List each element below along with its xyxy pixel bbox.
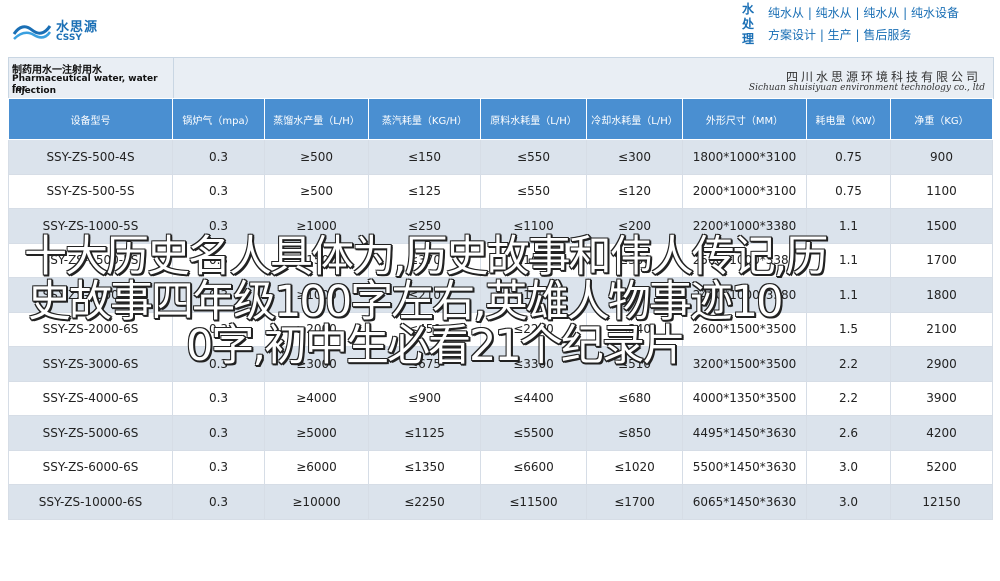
table-cell: SSY-ZS-3000-6S: [8, 346, 173, 382]
table-cell: SSY-ZS-6000-6S: [8, 449, 173, 485]
table-cell: 3900: [890, 380, 993, 416]
table-cell: ≥6000: [264, 449, 369, 485]
table-cell: 0.3: [172, 449, 265, 485]
table-cell: ≤5500: [480, 415, 587, 451]
table-cell: ≤2250: [368, 484, 481, 520]
tagline-services: 方案设计 | 生产 | 售后服务: [768, 28, 912, 42]
table-cell: SSY-ZS-4000-6S: [8, 380, 173, 416]
table-row: SSY-ZS-500-5S 0.3 ≥500 ≤125 ≤550 ≤120 2000*100…: [8, 173, 993, 209]
table-cell: ≤125: [368, 173, 481, 209]
table-cell: ≤150: [368, 139, 481, 175]
table-cell: 12150: [890, 484, 993, 520]
table-cell: 2000*1000*3100: [682, 173, 807, 209]
table-cell: 0.3: [172, 173, 265, 209]
col-header: 净重（KG）: [890, 98, 993, 140]
water-drop-logo-icon: [12, 25, 52, 40]
table-cell: 0.3: [172, 380, 265, 416]
table-cell: 0.3: [172, 139, 265, 175]
table-cell: 1.5: [806, 311, 891, 347]
vertical-category-tag: 水处理: [741, 2, 754, 46]
table-cell: ≥10000: [264, 484, 369, 520]
col-header: 蒸馏水产量（L/H）: [264, 98, 369, 140]
site-header: 水思源 CSSY 水处理 纯水从 | 纯水从 | 纯水从 | 纯水设备 方案设计…: [0, 0, 1000, 55]
col-header: 冷却水耗量（L/H）: [586, 98, 683, 140]
table-row: SSY-ZS-10000-6S 0.3 ≥10000 ≤2250 ≤11500 ≤1700…: [8, 484, 993, 520]
table-cell: 2100: [890, 311, 993, 347]
table-cell: 1700: [890, 242, 993, 278]
table-cell: ≤4400: [480, 380, 587, 416]
table-cell: SSY-ZS-5000-6S: [8, 415, 173, 451]
table-cell: ≥500: [264, 173, 369, 209]
col-header: 蒸汽耗量（KG/H）: [368, 98, 481, 140]
table-cell: ≤6600: [480, 449, 587, 485]
table-cell: ≤850: [586, 415, 683, 451]
table-cell: 5200: [890, 449, 993, 485]
table-cell: 0.3: [172, 415, 265, 451]
table-cell: 3200*1500*3500: [682, 346, 807, 382]
table-cell: ≤550: [480, 173, 587, 209]
table-row: SSY-ZS-6000-6S 0.3 ≥6000 ≤1350 ≤6600 ≤1020 550…: [8, 449, 993, 485]
table-cell: ≤680: [586, 380, 683, 416]
table-cell: 2.6: [806, 415, 891, 451]
table-cell: 0.75: [806, 173, 891, 209]
col-header: 原料水耗量（L/H）: [480, 98, 587, 140]
table-cell: 4200: [890, 415, 993, 451]
table-cell: 6065*1450*3630: [682, 484, 807, 520]
table-cell: 5500*1450*3630: [682, 449, 807, 485]
table-title-bar: 制药用水一注射用水 Pharmaceutical water, water fo…: [8, 57, 994, 99]
col-header: 外形尺寸（MM）: [682, 98, 807, 140]
table-cell: ≤550: [480, 139, 587, 175]
product-title: 制药用水一注射用水 Pharmaceutical water, water fo…: [9, 58, 174, 98]
table-cell: ≤1125: [368, 415, 481, 451]
col-header: 锅炉气（mpa）: [172, 98, 265, 140]
table-cell: 1100: [890, 173, 993, 209]
table-row: SSY-ZS-4000-6S 0.3 ≥4000 ≤900 ≤4400 ≤680 4000*…: [8, 380, 993, 416]
table-cell: 3.0: [806, 449, 891, 485]
company-name-en: Sichuan shuisiyuan environment technolog…: [748, 83, 985, 93]
table-cell: 4495*1450*3630: [682, 415, 807, 451]
table-row: SSY-ZS-5000-6S 0.3 ≥5000 ≤1125 ≤5500 ≤850 4495…: [8, 415, 993, 451]
overlay-headline-line3: 0字,初中生必看21个纪录片: [186, 321, 686, 371]
table-cell: 0.75: [806, 139, 891, 175]
table-cell: ≥5000: [264, 415, 369, 451]
table-cell: 900: [890, 139, 993, 175]
table-cell: ≤1020: [586, 449, 683, 485]
table-cell: 2.2: [806, 346, 891, 382]
table-cell: 1500: [890, 208, 993, 244]
brand-logo[interactable]: 水思源 CSSY: [12, 14, 132, 46]
table-cell: ≤300: [586, 139, 683, 175]
table-cell: SSY-ZS-500-5S: [8, 173, 173, 209]
page: 水思源 CSSY 水处理 纯水从 | 纯水从 | 纯水从 | 纯水设备 方案设计…: [0, 0, 1000, 581]
table-cell: ≤120: [586, 173, 683, 209]
table-cell: 2.2: [806, 380, 891, 416]
table-cell: ≤1350: [368, 449, 481, 485]
table-cell: ≤900: [368, 380, 481, 416]
product-title-en-line2: injection: [12, 86, 56, 96]
table-cell: 3.0: [806, 484, 891, 520]
col-header: 耗电量（KW）: [806, 98, 891, 140]
table-cell: ≤1700: [586, 484, 683, 520]
table-cell: ≥500: [264, 139, 369, 175]
table-cell: SSY-ZS-500-4S: [8, 139, 173, 175]
table-cell: 1800: [890, 277, 993, 313]
table-cell: ≤11500: [480, 484, 587, 520]
table-cell: SSY-ZS-10000-6S: [8, 484, 173, 520]
table-cell: 2900: [890, 346, 993, 382]
table-cell: 4000*1350*3500: [682, 380, 807, 416]
tagline-products: 纯水从 | 纯水从 | 纯水从 | 纯水设备: [768, 6, 960, 20]
table-cell: 0.3: [172, 484, 265, 520]
table-cell: 1800*1000*3100: [682, 139, 807, 175]
col-header: 设备型号: [8, 98, 173, 140]
table-header-row: 设备型号 锅炉气（mpa） 蒸馏水产量（L/H） 蒸汽耗量（KG/H） 原料水耗…: [8, 98, 993, 140]
table-cell: ≥4000: [264, 380, 369, 416]
logo-english-name: CSSY: [56, 33, 82, 43]
table-row: SSY-ZS-500-4S 0.3 ≥500 ≤150 ≤550 ≤300 1800*100…: [8, 139, 993, 175]
